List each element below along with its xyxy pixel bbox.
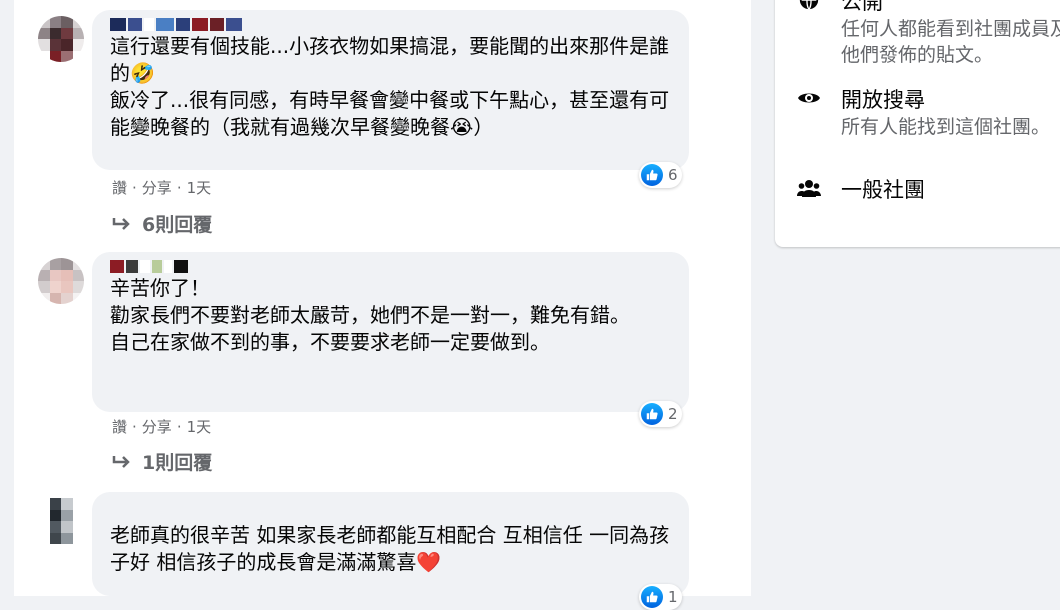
timestamp[interactable]: 1天 (187, 416, 212, 437)
like-icon (641, 403, 663, 425)
globe-icon (797, 0, 821, 12)
privacy-public-row: 公開 任何人都能看到社團成員及他們發佈的貼文。 (797, 0, 1060, 68)
avatar[interactable] (38, 16, 84, 62)
avatar[interactable] (38, 498, 84, 544)
commenter-name[interactable] (110, 260, 675, 273)
group-type-row: 一般社團 (797, 176, 925, 204)
like-link[interactable]: 讚 (112, 416, 127, 437)
eye-icon (797, 86, 821, 110)
like-icon (641, 586, 663, 608)
visibility-title: 開放搜尋 (841, 88, 925, 112)
share-link[interactable]: 分享 (142, 177, 172, 198)
like-link[interactable]: 讚 (112, 177, 127, 198)
privacy-desc: 任何人都能看到社團成員及他們發佈的貼文。 (841, 18, 1060, 66)
comment-actions: 讚 · 分享 · 1天 (112, 416, 212, 437)
reaction-count: 1 (668, 588, 678, 606)
comment-actions: 讚 · 分享 · 1天 (112, 177, 212, 198)
share-link[interactable]: 分享 (142, 416, 172, 437)
visibility-desc: 所有人能找到這個社團。 (841, 116, 1051, 138)
group-type-title: 一般社團 (841, 178, 925, 202)
comment-bubble: 老師真的很辛苦 如果家長老師都能互相配合 互相信任 一同為孩子好 相信孩子的成長… (92, 492, 689, 596)
reaction-count: 2 (668, 405, 678, 423)
reaction-badge[interactable]: 1 (639, 584, 682, 610)
reaction-badge[interactable]: 2 (639, 401, 682, 427)
comment-text: 老師真的很辛苦 如果家長老師都能互相配合 互相信任 一同為孩子好 相信孩子的成長… (110, 523, 670, 574)
like-icon (641, 164, 663, 186)
avatar[interactable] (38, 258, 84, 304)
reply-arrow-icon (112, 217, 130, 230)
view-replies-link[interactable]: 1則回覆 (112, 448, 212, 475)
comment-bubble: 這行還要有個技能...小孩衣物如果搞混，要能聞的出來那件是誰的🤣 飯冷了...很… (92, 10, 689, 170)
comment-feed: 這行還要有個技能...小孩衣物如果搞混，要能聞的出來那件是誰的🤣 飯冷了...很… (14, 0, 751, 610)
comment-text: 這行還要有個技能...小孩衣物如果搞混，要能聞的出來那件是誰的🤣 飯冷了...很… (110, 34, 670, 139)
comment-text: 辛苦你了！ 勸家長們不要對老師太嚴苛，她們不是一對一，難免有錯。 自己在家做不到… (110, 276, 630, 354)
replies-label: 1則回覆 (142, 452, 213, 474)
reply-arrow-icon (112, 455, 130, 468)
replies-label: 6則回覆 (142, 214, 213, 236)
timestamp[interactable]: 1天 (187, 177, 212, 198)
commenter-name[interactable] (110, 18, 675, 31)
group-about-panel: 公開 任何人都能看到社團成員及他們發佈的貼文。 開放搜尋 所有人能找到這個社團。… (775, 0, 1060, 247)
reaction-count: 6 (668, 166, 678, 184)
people-icon (797, 176, 821, 200)
privacy-title: 公開 (841, 0, 883, 14)
reaction-badge[interactable]: 6 (639, 162, 682, 188)
visibility-row: 開放搜尋 所有人能找到這個社團。 (797, 86, 1060, 140)
view-replies-link[interactable]: 6則回覆 (112, 210, 212, 237)
comment-bubble: 辛苦你了！ 勸家長們不要對老師太嚴苛，她們不是一對一，難免有錯。 自己在家做不到… (92, 252, 689, 412)
